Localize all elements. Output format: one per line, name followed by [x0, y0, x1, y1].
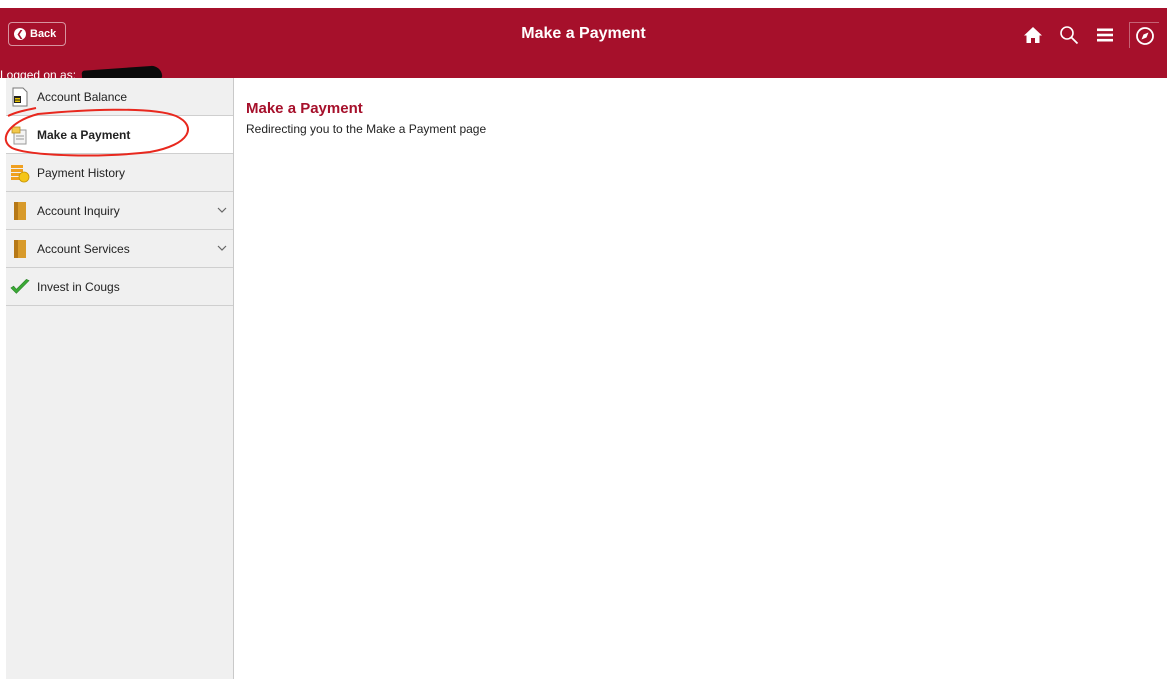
sidebar-item-make-a-payment[interactable]: Make a Payment [6, 116, 233, 154]
sidebar-item-invest-in-cougs[interactable]: Invest in Cougs [6, 268, 233, 306]
chevron-down-icon[interactable] [217, 205, 227, 215]
home-icon[interactable] [1021, 23, 1045, 47]
main-content: Make a Payment Redirecting you to the Ma… [246, 100, 486, 136]
account-balance-icon [10, 87, 30, 107]
sidebar-item-label: Invest in Cougs [37, 279, 120, 294]
sidebar-item-label: Payment History [37, 165, 126, 180]
sidebar-item-account-balance[interactable]: Account Balance [6, 78, 233, 116]
menu-icon[interactable] [1093, 23, 1117, 47]
checkmark-icon [10, 277, 30, 297]
sidebar-item-account-inquiry[interactable]: Account Inquiry [6, 192, 233, 230]
header-actions [1021, 22, 1159, 48]
folder-icon [10, 239, 30, 259]
header-bar: ❮ Back Make a Payment Logged on as: [0, 8, 1167, 85]
redirect-message: Redirecting you to the Make a Payment pa… [246, 122, 487, 136]
payment-icon [10, 125, 30, 145]
navbar-icon[interactable] [1129, 22, 1159, 48]
payment-history-icon [10, 163, 30, 183]
search-icon[interactable] [1057, 23, 1081, 47]
sidebar-item-label: Account Balance [37, 89, 128, 104]
content-title: Make a Payment [246, 100, 363, 117]
page-title: Make a Payment [521, 25, 646, 42]
folder-icon [10, 201, 30, 221]
sidebar: Account Balance Make a Payment Payment H… [6, 78, 234, 679]
sidebar-item-account-services[interactable]: Account Services [6, 230, 233, 268]
sidebar-item-label: Account Services [37, 241, 130, 256]
sidebar-item-payment-history[interactable]: Payment History [6, 154, 233, 192]
sidebar-item-label: Make a Payment [37, 127, 131, 142]
sidebar-item-label: Account Inquiry [37, 203, 120, 218]
chevron-down-icon[interactable] [217, 243, 227, 253]
